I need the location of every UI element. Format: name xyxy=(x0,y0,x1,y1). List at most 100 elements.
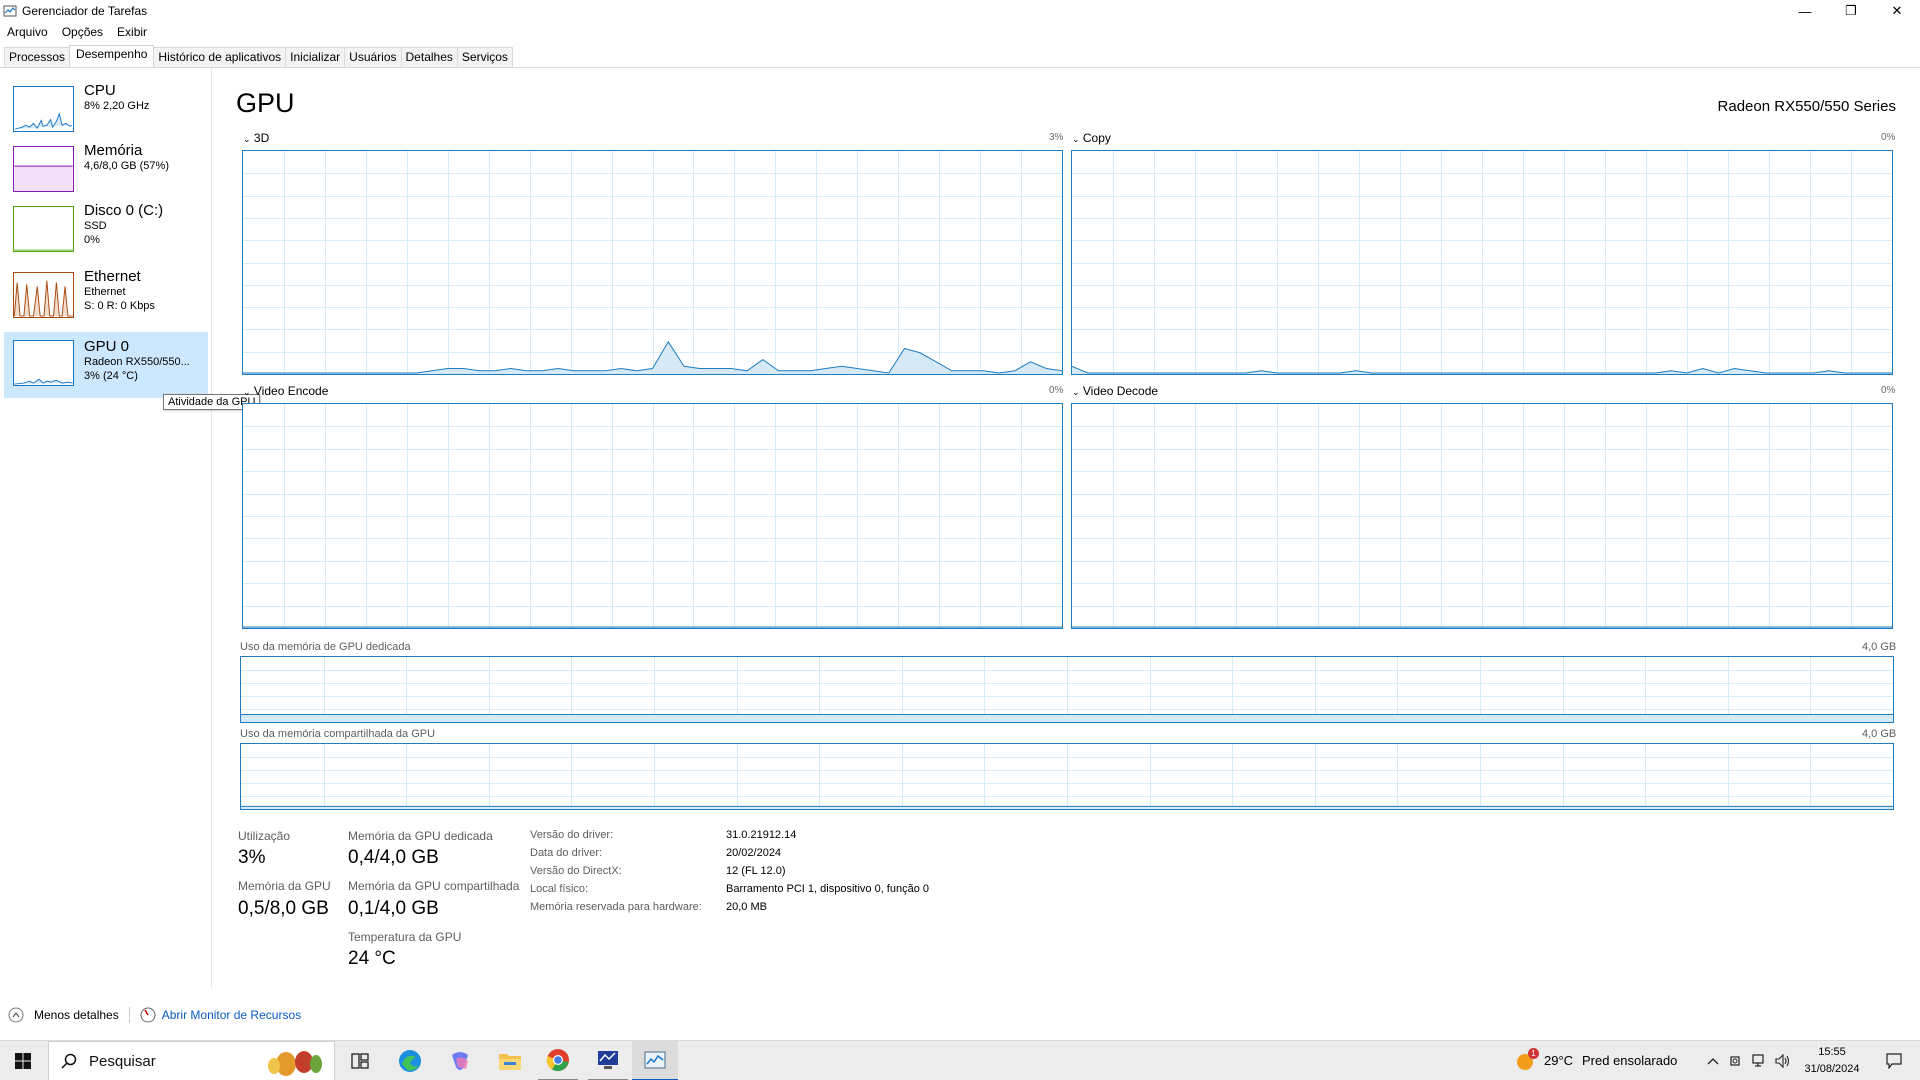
sidebar-item-disco[interactable]: Disco 0 (C:) SSD 0% xyxy=(4,198,208,260)
chevron-down-icon: ⌄ xyxy=(243,134,251,144)
performance-sidebar: CPU 8% 2,20 GHz Memória 4,6/8,0 GB (57%)… xyxy=(0,68,212,988)
chevron-down-icon: ⌄ xyxy=(243,387,251,397)
driver-version-value: 31.0.21912.14 xyxy=(726,829,797,841)
graph-copy xyxy=(1071,150,1893,375)
engine-selector-copy[interactable]: ⌄ Copy xyxy=(1072,131,1111,145)
app-taskbar-button[interactable] xyxy=(588,1041,628,1080)
webcam-tray-button[interactable] xyxy=(1728,1041,1744,1080)
footer-divider xyxy=(128,1007,130,1023)
engine-max-pct: 0% xyxy=(1049,385,1064,396)
copilot-taskbar-button[interactable] xyxy=(440,1041,480,1080)
genc-plot xyxy=(243,404,1062,628)
gpu-memory-value: 0,5/8,0 GB xyxy=(238,898,329,919)
cpu-sparkline xyxy=(13,86,74,132)
windows-icon xyxy=(15,1053,31,1069)
sidebar-item-detail: Ethernet xyxy=(84,286,126,298)
utilization-value: 3% xyxy=(238,847,266,868)
clock-time: 15:55 xyxy=(1818,1046,1846,1058)
engine-selector-video-decode[interactable]: ⌄ Video Decode xyxy=(1072,384,1158,398)
dedicated-memory-label: Uso da memória de GPU dedicada xyxy=(240,641,411,653)
gpu-model-name: Radeon RX550/550 Series xyxy=(1717,98,1896,115)
show-hidden-icons-button[interactable] xyxy=(1705,1041,1721,1080)
physical-location-value: Barramento PCI 1, dispositivo 0, função … xyxy=(726,883,929,895)
taskbar: Pesquisar 1 29°C Pred ensolarado 15:55 3… xyxy=(0,1040,1920,1080)
speaker-icon xyxy=(1775,1054,1790,1068)
volume-tray-button[interactable] xyxy=(1774,1041,1792,1080)
start-button[interactable] xyxy=(0,1041,46,1080)
memory-fill xyxy=(241,714,1893,722)
clock-date: 31/08/2024 xyxy=(1804,1063,1860,1075)
chrome-taskbar-button[interactable] xyxy=(538,1041,578,1080)
engine-selector-video-encode[interactable]: ⌄ Video Encode xyxy=(243,384,328,398)
task-view-button[interactable] xyxy=(340,1041,380,1080)
sidebar-item-cpu[interactable]: CPU 8% 2,20 GHz xyxy=(4,78,208,140)
task-manager-icon xyxy=(644,1051,666,1069)
explorer-taskbar-button[interactable] xyxy=(490,1041,530,1080)
driver-date-label: Data do driver: xyxy=(530,847,603,859)
less-details-button[interactable]: Menos detalhes xyxy=(8,1007,119,1023)
memory-sparkline xyxy=(13,146,74,192)
temperature-label: Temperatura da GPU xyxy=(348,930,462,944)
menu-exibir[interactable]: Exibir xyxy=(110,23,154,43)
menu-bar: Arquivo Opções Exibir xyxy=(0,23,154,43)
minimize-button[interactable]: — xyxy=(1782,0,1828,22)
close-button[interactable]: ✕ xyxy=(1874,0,1920,22)
resource-monitor-link[interactable]: Abrir Monitor de Recursos xyxy=(140,1007,301,1023)
directx-version-label: Versão do DirectX: xyxy=(530,865,622,877)
sidebar-item-gpu[interactable]: GPU 0 Radeon RX550/550... 3% (24 °C) xyxy=(4,332,208,398)
tab-historico[interactable]: Histórico de aplicativos xyxy=(153,47,287,67)
folder-icon xyxy=(499,1054,521,1070)
gcopy-plot xyxy=(1072,151,1892,374)
menu-arquivo[interactable]: Arquivo xyxy=(0,23,55,43)
physical-location-label: Local físico: xyxy=(530,883,589,895)
task-manager-taskbar-button[interactable] xyxy=(632,1041,678,1080)
search-placeholder: Pesquisar xyxy=(89,1052,156,1070)
graph-shared-memory xyxy=(240,743,1894,810)
tab-desempenho[interactable]: Desempenho xyxy=(69,45,155,67)
tab-processos[interactable]: Processos xyxy=(4,47,71,67)
weather-condition: Pred ensolarado xyxy=(1582,1053,1678,1068)
gpu-memory-label: Memória da GPU xyxy=(238,879,331,893)
tab-detalhes[interactable]: Detalhes xyxy=(400,47,458,67)
dedicated-memory-stat-value: 0,4/4,0 GB xyxy=(348,847,439,868)
menu-opcoes[interactable]: Opções xyxy=(55,23,110,43)
sidebar-item-detail: Radeon RX550/550... xyxy=(84,356,190,368)
tab-usuarios[interactable]: Usuários xyxy=(344,47,402,67)
gpu-sparkline xyxy=(13,340,74,386)
network-tray-button[interactable] xyxy=(1750,1041,1770,1080)
task-view-icon xyxy=(351,1053,369,1069)
tab-divider xyxy=(0,67,1920,68)
less-details-label: Menos detalhes xyxy=(34,1008,119,1022)
graph-3d xyxy=(242,150,1063,375)
utilization-label: Utilização xyxy=(238,829,291,843)
engine-max-pct: 3% xyxy=(1049,132,1064,143)
sidebar-item-ethernet[interactable]: Ethernet Ethernet S: 0 R: 0 Kbps xyxy=(4,264,208,326)
engine-selector-3d[interactable]: ⌄ 3D xyxy=(243,131,269,145)
reserved-memory-label: Memória reservada para hardware: xyxy=(530,901,702,913)
sidebar-item-memoria[interactable]: Memória 4,6/8,0 GB (57%) xyxy=(4,138,208,200)
edge-icon xyxy=(399,1050,421,1072)
clock[interactable]: 15:55 31/08/2024 xyxy=(1796,1044,1868,1078)
sidebar-item-detail: 8% 2,20 GHz xyxy=(84,100,150,112)
search-highlight-icon xyxy=(268,1051,322,1076)
camera-icon xyxy=(1730,1056,1740,1066)
sidebar-item-label: Ethernet xyxy=(84,268,141,285)
engine-label: Video Decode xyxy=(1082,384,1159,398)
tab-inicializar[interactable]: Inicializar xyxy=(285,47,346,67)
weather-button[interactable]: 1 xyxy=(1512,1041,1539,1080)
restore-button[interactable]: ❐ xyxy=(1828,0,1874,22)
graph-dedicated-memory xyxy=(240,656,1894,723)
sidebar-item-detail: 4,6/8,0 GB (57%) xyxy=(84,160,169,172)
driver-version-label: Versão do driver: xyxy=(530,829,614,841)
sidebar-item-label: Memória xyxy=(84,142,143,159)
tab-servicos[interactable]: Serviços xyxy=(456,47,513,67)
footer: Menos detalhes Abrir Monitor de Recursos xyxy=(0,1003,301,1027)
notifications-button[interactable] xyxy=(1876,1041,1912,1080)
sidebar-item-detail: S: 0 R: 0 Kbps xyxy=(84,300,155,312)
notification-icon xyxy=(1886,1053,1902,1069)
taskbar-search[interactable]: Pesquisar xyxy=(48,1041,335,1080)
sidebar-item-detail: 0% xyxy=(84,234,100,246)
copilot-icon xyxy=(452,1052,468,1070)
edge-taskbar-button[interactable] xyxy=(390,1041,430,1080)
monitor-app-icon xyxy=(598,1051,618,1069)
